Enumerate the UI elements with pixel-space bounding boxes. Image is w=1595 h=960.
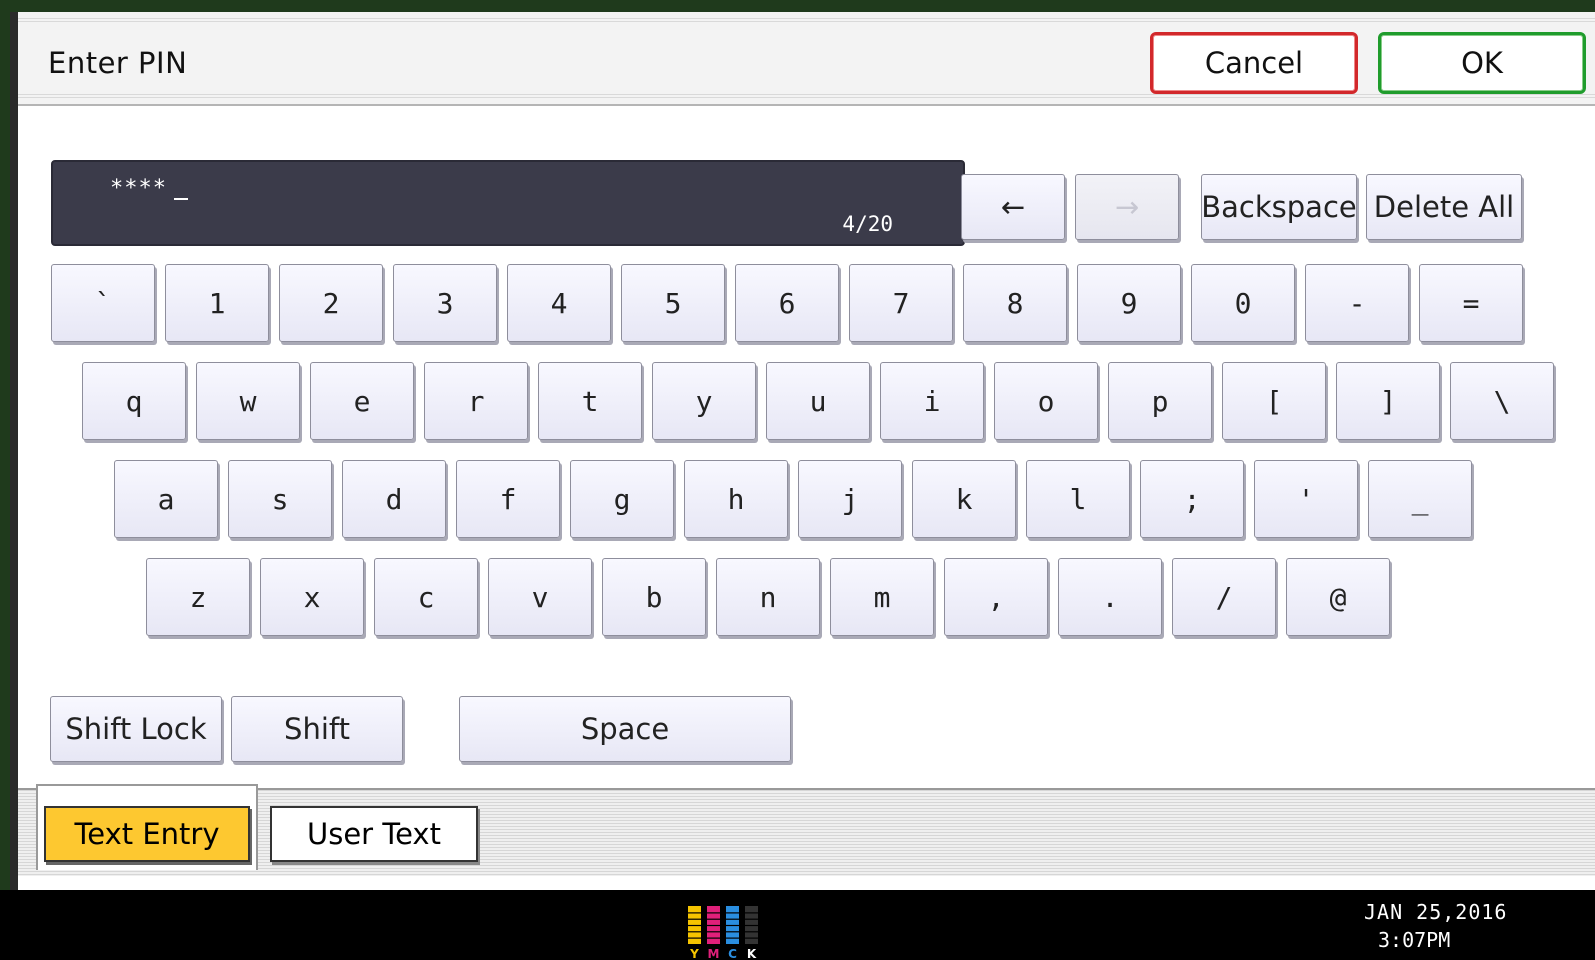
ok-button[interactable]: OK [1378, 32, 1586, 94]
key-row1-11[interactable]: - [1305, 264, 1409, 342]
key-row4-2[interactable]: c [374, 558, 478, 636]
status-date: JAN 25,2016 [1364, 900, 1508, 924]
key-row1-0[interactable]: ` [51, 264, 155, 342]
key-row4-0[interactable]: z [146, 558, 250, 636]
delete-all-button[interactable]: Delete All [1366, 174, 1522, 240]
key-row1-9[interactable]: 9 [1077, 264, 1181, 342]
title-bar-stripes-bottom [18, 94, 1595, 100]
key-row1-1[interactable]: 1 [165, 264, 269, 342]
backspace-button[interactable]: Backspace [1201, 174, 1357, 240]
status-time: 3:07PM [1378, 928, 1451, 952]
key-row3-6[interactable]: j [798, 460, 902, 538]
key-row2-9[interactable]: p [1108, 362, 1212, 440]
key-row1-4[interactable]: 4 [507, 264, 611, 342]
shift-button[interactable]: Shift [231, 696, 403, 762]
cancel-button[interactable]: Cancel [1150, 32, 1358, 94]
key-row2-12[interactable]: \ [1450, 362, 1554, 440]
key-row4-3[interactable]: v [488, 558, 592, 636]
text-caret [174, 198, 188, 200]
dialog-title: Enter PIN [48, 46, 188, 80]
key-row3-4[interactable]: g [570, 460, 674, 538]
key-row2-1[interactable]: w [196, 362, 300, 440]
character-counter: 4/20 [842, 212, 893, 236]
key-row2-5[interactable]: y [652, 362, 756, 440]
key-row4-10[interactable]: @ [1286, 558, 1390, 636]
cursor-left-button[interactable]: ← [961, 174, 1065, 240]
tab-bar: Text Entry User Text [18, 784, 1595, 876]
status-bar: YMCK JAN 25,2016 3:07PM [0, 890, 1595, 960]
key-row1-12[interactable]: = [1419, 264, 1523, 342]
key-row2-2[interactable]: e [310, 362, 414, 440]
key-row1-6[interactable]: 6 [735, 264, 839, 342]
key-row3-0[interactable]: a [114, 460, 218, 538]
key-row4-8[interactable]: . [1058, 558, 1162, 636]
key-row2-0[interactable]: q [82, 362, 186, 440]
key-row3-8[interactable]: l [1026, 460, 1130, 538]
key-row4-6[interactable]: m [830, 558, 934, 636]
key-row3-7[interactable]: k [912, 460, 1016, 538]
tab-text-entry[interactable]: Text Entry [44, 806, 250, 862]
toner-label-0: Y [689, 947, 699, 960]
key-row2-3[interactable]: r [424, 362, 528, 440]
toner-level-icon: YMCK [688, 906, 758, 960]
key-row4-5[interactable]: n [716, 558, 820, 636]
pin-input-display[interactable]: **** 4/20 [51, 160, 965, 246]
key-row3-1[interactable]: s [228, 460, 332, 538]
title-bar: Enter PIN Cancel OK [18, 12, 1595, 106]
masked-pin-value: **** [110, 176, 167, 201]
key-row1-5[interactable]: 5 [621, 264, 725, 342]
key-row3-10[interactable]: ' [1254, 460, 1358, 538]
space-button[interactable]: Space [459, 696, 791, 762]
key-row1-10[interactable]: 0 [1191, 264, 1295, 342]
key-row4-7[interactable]: , [944, 558, 1048, 636]
key-row1-2[interactable]: 2 [279, 264, 383, 342]
key-row2-6[interactable]: u [766, 362, 870, 440]
key-row1-7[interactable]: 7 [849, 264, 953, 342]
toner-label-1: M [708, 947, 720, 960]
toner-label-3: K [747, 947, 757, 960]
key-row3-9[interactable]: ; [1140, 460, 1244, 538]
title-bar-stripes [18, 18, 1595, 24]
key-row2-8[interactable]: o [994, 362, 1098, 440]
key-row3-3[interactable]: f [456, 460, 560, 538]
tab-user-text[interactable]: User Text [270, 806, 478, 862]
toner-label-2: C [728, 947, 737, 960]
key-row2-7[interactable]: i [880, 362, 984, 440]
key-row2-11[interactable]: ] [1336, 362, 1440, 440]
pin-entry-panel: Enter PIN Cancel OK **** 4/20 ← → Backsp… [10, 12, 1595, 890]
cursor-right-button[interactable]: → [1075, 174, 1179, 240]
key-row3-2[interactable]: d [342, 460, 446, 538]
key-row4-1[interactable]: x [260, 558, 364, 636]
key-row4-4[interactable]: b [602, 558, 706, 636]
key-row1-3[interactable]: 3 [393, 264, 497, 342]
key-row2-4[interactable]: t [538, 362, 642, 440]
key-row1-8[interactable]: 8 [963, 264, 1067, 342]
key-row3-5[interactable]: h [684, 460, 788, 538]
key-row3-11[interactable]: _ [1368, 460, 1472, 538]
key-row4-9[interactable]: / [1172, 558, 1276, 636]
shift-lock-button[interactable]: Shift Lock [50, 696, 222, 762]
key-row2-10[interactable]: [ [1222, 362, 1326, 440]
